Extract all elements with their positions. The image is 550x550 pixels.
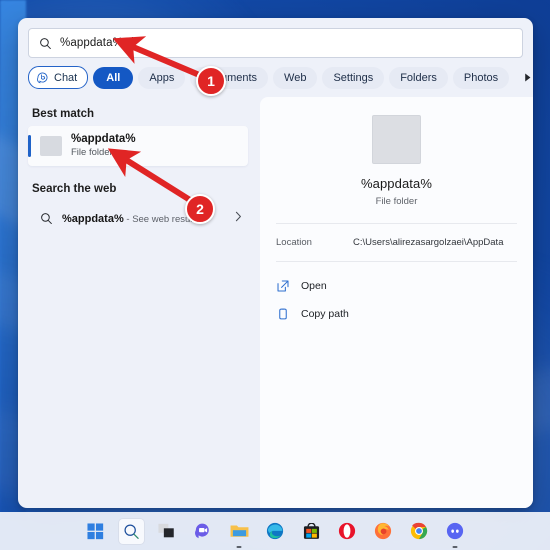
discord-icon [446, 522, 464, 540]
search-input-caret [131, 36, 133, 50]
annotation-badge-2: 2 [185, 194, 215, 224]
chat-teams-icon [195, 523, 209, 539]
search-input-value: %appdata% [60, 37, 123, 49]
tab-chat[interactable]: Chat [28, 66, 89, 89]
preview-header: %appdata% File folder [260, 97, 533, 207]
search-icon [41, 212, 52, 224]
best-match-heading: Best match [32, 108, 94, 120]
preview-action-copy-path-label: Copy path [301, 308, 349, 320]
taskbar-running-indicator [236, 545, 242, 548]
preview-location-row: Location C:\Users\alirezasargolzaei\AppD… [260, 224, 533, 261]
search-icon [123, 523, 139, 539]
preview-action-open[interactable]: Open [260, 272, 533, 300]
preview-pane: %appdata% File folder Location C:\Users\… [260, 97, 533, 508]
taskbar [0, 512, 550, 550]
taskbar-item-search[interactable] [118, 518, 144, 544]
microsoft-store-icon [303, 522, 319, 539]
taskbar-item-file-explorer[interactable] [227, 519, 252, 548]
tab-settings[interactable]: Settings [322, 66, 385, 89]
taskbar-item-discord[interactable] [443, 519, 468, 548]
taskbar-item-opera[interactable] [335, 519, 360, 544]
tab-web[interactable]: Web [273, 66, 318, 89]
preview-title: %appdata% [360, 176, 432, 191]
web-result-item[interactable]: %appdata% - See web results [28, 203, 250, 233]
preview-location-label: Location [276, 237, 312, 248]
play-forward-icon[interactable] [522, 67, 533, 89]
best-match-type: File folder [71, 147, 113, 158]
chrome-icon [410, 522, 428, 540]
file-explorer-icon [230, 525, 248, 537]
tab-chat-label: Chat [54, 71, 78, 84]
chevron-right-icon[interactable] [235, 211, 242, 225]
edge-icon [266, 522, 284, 540]
firefox-icon [374, 522, 392, 540]
best-match-result[interactable]: %appdata% File folder [28, 126, 248, 166]
annotation-badge-1: 1 [196, 66, 226, 96]
preview-action-copy-path[interactable]: Copy path [260, 300, 533, 328]
search-input[interactable]: %appdata% [28, 28, 523, 58]
copy-path-icon [279, 308, 287, 320]
search-box-container: %appdata% [18, 18, 533, 64]
bing-chat-icon [37, 72, 48, 84]
tab-photos[interactable]: Photos [452, 66, 510, 89]
best-match-name: %appdata% [71, 133, 136, 145]
task-view-icon [158, 523, 174, 538]
taskbar-item-start[interactable] [83, 519, 108, 544]
search-results-body: Best match %appdata% File folder Search … [18, 97, 533, 508]
tab-folders[interactable]: Folders [389, 66, 448, 89]
preview-subtitle: File folder [375, 196, 418, 207]
taskbar-item-chat-teams[interactable] [191, 519, 216, 544]
preview-divider [276, 261, 517, 262]
windows-search-panel: %appdata% Chat All Apps Documents Web Se… [18, 18, 533, 508]
taskbar-running-indicator [452, 545, 458, 548]
opera-icon [338, 522, 356, 540]
taskbar-item-firefox[interactable] [371, 519, 396, 544]
open-external-icon [277, 280, 289, 292]
folder-icon [40, 136, 62, 156]
taskbar-item-chrome[interactable] [407, 519, 432, 544]
start-icon [86, 522, 103, 539]
folder-icon [372, 115, 421, 164]
preview-location-value: C:\Users\alirezasargolzaei\AppData [353, 237, 504, 248]
tab-apps[interactable]: Apps [138, 66, 186, 89]
search-web-heading: Search the web [32, 183, 117, 195]
search-icon [40, 37, 51, 49]
results-column: Best match %appdata% File folder Search … [18, 97, 260, 508]
web-result-query: %appdata% [62, 213, 124, 225]
taskbar-item-task-view[interactable] [155, 519, 180, 544]
taskbar-item-microsoft-store[interactable] [299, 519, 324, 544]
tab-all[interactable]: All [93, 66, 134, 89]
selection-accent-bar [28, 135, 31, 157]
search-filter-tabs: Chat All Apps Documents Web Settings Fol… [18, 64, 533, 97]
taskbar-item-edge[interactable] [263, 519, 288, 544]
preview-action-open-label: Open [301, 280, 327, 292]
